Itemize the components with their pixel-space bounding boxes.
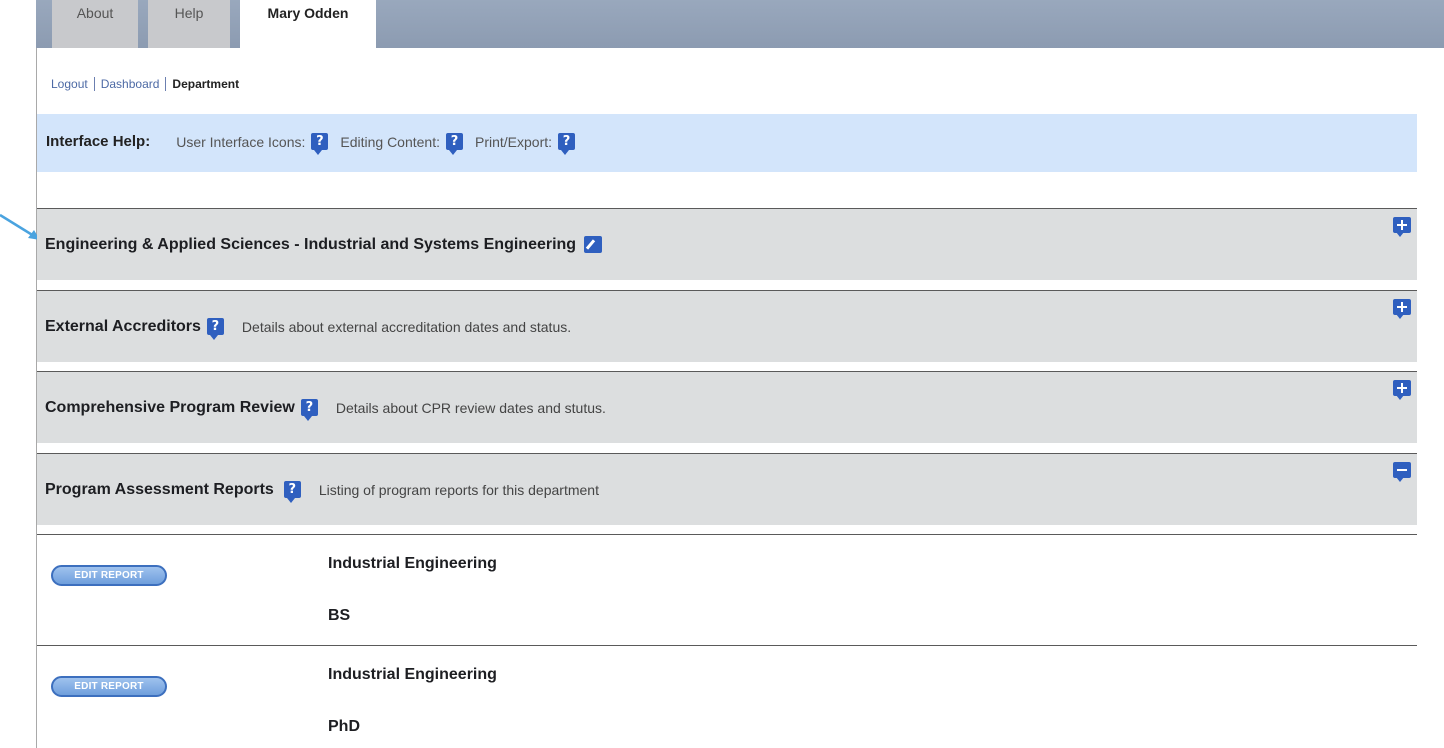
section-title: Engineering & Applied Sciences - Industr… <box>45 235 577 253</box>
dashboard-link[interactable]: Dashboard <box>101 77 160 91</box>
expand-icon[interactable] <box>1393 217 1411 237</box>
help-icon[interactable]: ? <box>283 481 301 503</box>
report-program: Industrial Engineering <box>328 666 497 683</box>
edit-icon[interactable] <box>584 236 603 253</box>
tab-mary-odden[interactable]: Mary Odden <box>240 0 376 48</box>
help-item-label: User Interface Icons: <box>176 133 306 150</box>
section-title: Comprehensive Program Review <box>45 398 295 416</box>
breadcrumb-separator <box>165 77 167 91</box>
help-icon[interactable]: ? <box>446 133 463 155</box>
interface-help-title: Interface Help: <box>46 133 151 150</box>
edit-report-button[interactable]: EDIT REPORT <box>51 676 167 697</box>
section-title: Program Assessment Reports <box>45 480 274 498</box>
help-item-print-export: Print/Export: ? <box>475 133 576 155</box>
report-degree: BS <box>328 607 351 624</box>
section-description: Details about CPR review dates and stutu… <box>335 399 606 416</box>
help-item-label: Editing Content: <box>340 133 440 150</box>
interface-help-bar: Interface Help: User Interface Icons: ? … <box>37 114 1417 172</box>
section-description: Listing of program reports for this depa… <box>318 481 599 498</box>
help-icon[interactable]: ? <box>311 133 329 155</box>
collapse-icon[interactable] <box>1393 462 1411 482</box>
section-comprehensive-program-review: Comprehensive Program Review ? Details a… <box>37 371 1417 443</box>
report-row: EDIT REPORT Industrial Engineering BS <box>37 534 1417 636</box>
help-icon[interactable]: ? <box>300 399 318 421</box>
help-item-label: Print/Export: <box>475 133 553 150</box>
expand-icon[interactable] <box>1393 299 1411 319</box>
tab-about[interactable]: About <box>52 0 138 48</box>
report-program: Industrial Engineering <box>328 555 497 572</box>
section-description: Details about external accreditation dat… <box>241 318 572 335</box>
section-program-assessment-reports: Program Assessment Reports ? Listing of … <box>37 453 1417 525</box>
report-row: EDIT REPORT Industrial Engineering PhD <box>37 645 1417 747</box>
section-title: External Accreditors <box>45 317 201 335</box>
arrow-pointer-icon <box>0 213 40 240</box>
breadcrumb-separator <box>93 77 95 91</box>
edit-report-button[interactable]: EDIT REPORT <box>51 565 167 586</box>
help-icon[interactable]: ? <box>206 318 224 340</box>
section-department: Engineering & Applied Sciences - Industr… <box>37 208 1417 280</box>
section-external-accreditors: External Accreditors ? Details about ext… <box>37 290 1417 362</box>
help-icon[interactable]: ? <box>558 133 576 155</box>
expand-icon[interactable] <box>1393 380 1411 400</box>
tab-help[interactable]: Help <box>148 0 230 48</box>
breadcrumb-current: Department <box>172 77 240 91</box>
breadcrumb: Logout Dashboard Department <box>51 77 239 91</box>
report-degree: PhD <box>328 718 360 735</box>
logout-link[interactable]: Logout <box>51 77 88 91</box>
help-item-editing-content: Editing Content: ? <box>340 133 463 155</box>
help-item-ui-icons: User Interface Icons: ? <box>176 133 329 155</box>
